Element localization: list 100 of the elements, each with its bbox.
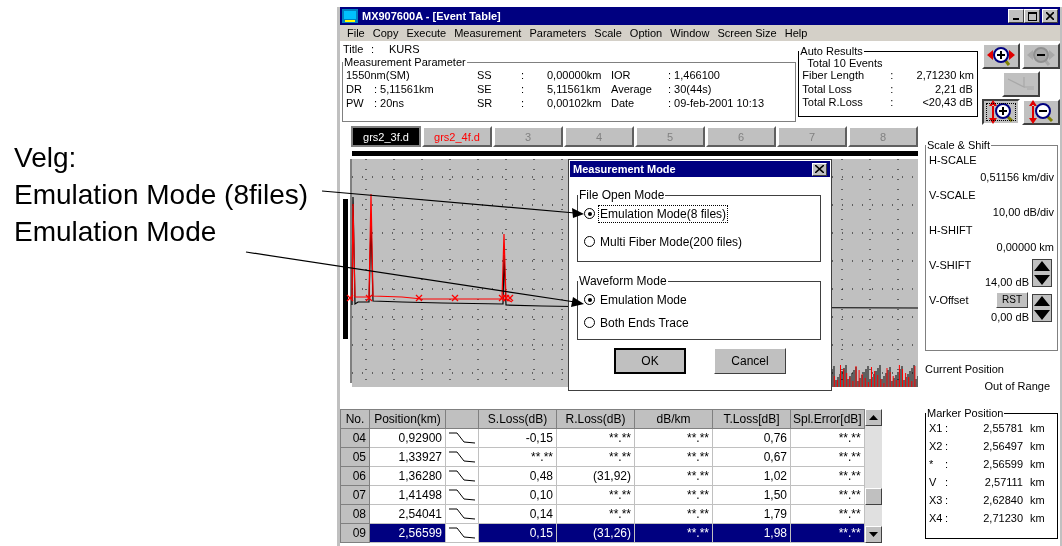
menu-item[interactable]: File xyxy=(343,27,369,39)
table-cell: **.** xyxy=(634,447,713,467)
menu-item[interactable]: Option xyxy=(625,27,667,39)
close-button[interactable] xyxy=(1042,9,1058,23)
marker-value: 2,62840 xyxy=(982,493,1023,508)
parameter-value: : 1,466100 xyxy=(668,68,721,82)
menu-item[interactable]: Screen Size xyxy=(713,27,781,39)
result-value: 2,21 xyxy=(933,82,957,96)
menu-item[interactable]: Execute xyxy=(402,27,451,39)
marker-label: X1 xyxy=(929,421,944,436)
parameter-label: PW xyxy=(346,96,365,110)
scale-label: H-SHIFT xyxy=(929,223,973,236)
dialog-title: Measurement Mode xyxy=(573,163,676,175)
table-cell: **.** xyxy=(556,504,635,524)
table-cell: 1,33927 xyxy=(369,447,446,467)
h-zoom-in-button[interactable] xyxy=(982,43,1020,69)
marker-value: 2,56497 xyxy=(982,439,1023,454)
marker-unit: km xyxy=(1029,493,1045,508)
marker-separator: : xyxy=(945,421,950,436)
table-row[interactable]: 07 1,41498 0,10 **.** **.** 1,50 **.** xyxy=(340,485,865,505)
parameter-separator: : xyxy=(521,68,526,82)
parameter-separator: : xyxy=(521,82,526,96)
result-label: Total Loss xyxy=(802,82,853,96)
spin-control[interactable] xyxy=(1032,259,1052,287)
scale-value: 0,00 dB xyxy=(990,310,1030,323)
table-cell: **.** xyxy=(790,504,865,524)
events-summary: Total 10 Events xyxy=(806,57,884,69)
marker-unit: km xyxy=(1029,439,1045,454)
scale-value: 14,00 dB xyxy=(983,275,1030,288)
table-cell: **.** xyxy=(634,428,713,448)
column-header: dB/km xyxy=(634,409,713,429)
table-cell: -0,15 xyxy=(478,428,557,448)
table-cell: 1,36280 xyxy=(369,466,446,486)
radio-button[interactable] xyxy=(584,208,595,219)
table-cell: 1,50 xyxy=(712,485,791,505)
column-header-blank xyxy=(445,409,479,429)
result-separator: : xyxy=(890,82,895,96)
cancel-button[interactable]: Cancel xyxy=(714,348,786,374)
radio-button[interactable] xyxy=(584,317,595,328)
option-label[interactable]: Both Ends Trace xyxy=(599,314,690,331)
annotation-label: Emulation Mode (8files) xyxy=(14,178,309,212)
table-row[interactable]: 08 2,54041 0,14 **.** **.** 1,79 **.** xyxy=(340,504,865,524)
scale-value: 0,00000 km xyxy=(995,240,1054,253)
table-cell: 1,79 xyxy=(712,504,791,524)
position-value: Out of Range xyxy=(983,379,1051,394)
magnifier-plus-icon xyxy=(986,45,1016,67)
up-down-arrows-icon xyxy=(1033,295,1051,321)
minimize-button[interactable] xyxy=(1008,9,1024,23)
parameter-label: SE xyxy=(477,82,493,96)
column-header: Spl.Error[dB] xyxy=(790,409,865,429)
radio-button[interactable] xyxy=(584,294,595,305)
marker-value: 2,56599 xyxy=(982,457,1023,472)
table-row[interactable]: 06 1,36280 0,48 (31,92) **.** 1,02 **.** xyxy=(340,466,865,486)
close-button[interactable] xyxy=(812,162,827,176)
column-header: R.Loss(dB) xyxy=(556,409,635,429)
table-cell: **.** xyxy=(556,447,635,467)
column-header: S.Loss(dB) xyxy=(478,409,557,429)
marker-separator: : xyxy=(945,439,950,454)
marker-label: * xyxy=(929,457,935,472)
file-tab[interactable]: grs2_3f.d xyxy=(351,126,421,147)
scale-value: 10,00 dB/div xyxy=(991,205,1054,218)
scale-label: H-SCALE xyxy=(929,153,977,166)
parameter-separator: : xyxy=(521,96,526,110)
result-label: Fiber Length xyxy=(802,69,866,83)
option-label[interactable]: Emulation Mode(8 files) xyxy=(599,205,728,222)
spin-control[interactable] xyxy=(1032,294,1052,322)
menu-item[interactable]: Parameters xyxy=(525,27,591,39)
menu-item[interactable]: Copy xyxy=(368,27,403,39)
table-cell: (31,92) xyxy=(556,466,635,486)
group-title: Auto Results xyxy=(799,45,864,57)
parameter-label: SS xyxy=(477,68,493,82)
ok-button[interactable]: OK xyxy=(614,348,686,374)
position-label: Current Position xyxy=(925,362,1005,377)
table-cell: 0,76 xyxy=(712,428,791,448)
scale-label: V-SHIFT xyxy=(929,258,972,271)
v-zoom-out-button[interactable] xyxy=(1022,99,1060,125)
marker-label: X4 xyxy=(929,511,944,526)
group-title: Measurement Parameter xyxy=(343,56,467,68)
table-row[interactable]: 04 0,92900 -0,15 **.** **.** 0,76 **.** xyxy=(340,428,865,448)
v-zoom-in-button[interactable] xyxy=(982,99,1020,125)
menu-item[interactable]: Window xyxy=(666,27,714,39)
down-arrow-icon xyxy=(868,532,878,537)
reset-button[interactable]: RST xyxy=(996,291,1028,308)
option-label[interactable]: Emulation Mode xyxy=(599,291,688,308)
menu-item[interactable]: Help xyxy=(780,27,812,39)
up-down-arrows-icon xyxy=(1033,260,1051,286)
table-row[interactable]: 05 1,33927 **.** **.** **.** 0,67 **.** xyxy=(340,447,865,467)
marker-separator: : xyxy=(945,511,950,526)
table-cell: 0,14 xyxy=(478,504,557,524)
marker-label: X3 xyxy=(929,493,944,508)
table-row[interactable]: 09 2,56599 0,15 (31,26) **.** 1,98 **.** xyxy=(340,523,865,543)
trace-step-icon xyxy=(1006,75,1036,93)
menu-item[interactable]: Scale xyxy=(590,27,626,39)
radio-button[interactable] xyxy=(584,236,595,247)
maximize-button[interactable] xyxy=(1024,9,1040,23)
table-cell: **.** xyxy=(556,485,635,505)
result-value: 2,71230 xyxy=(915,69,957,83)
menu-item[interactable]: Measurement xyxy=(450,27,526,39)
column-header: T.Loss[dB] xyxy=(712,409,791,429)
option-label[interactable]: Multi Fiber Mode(200 files) xyxy=(599,233,744,250)
